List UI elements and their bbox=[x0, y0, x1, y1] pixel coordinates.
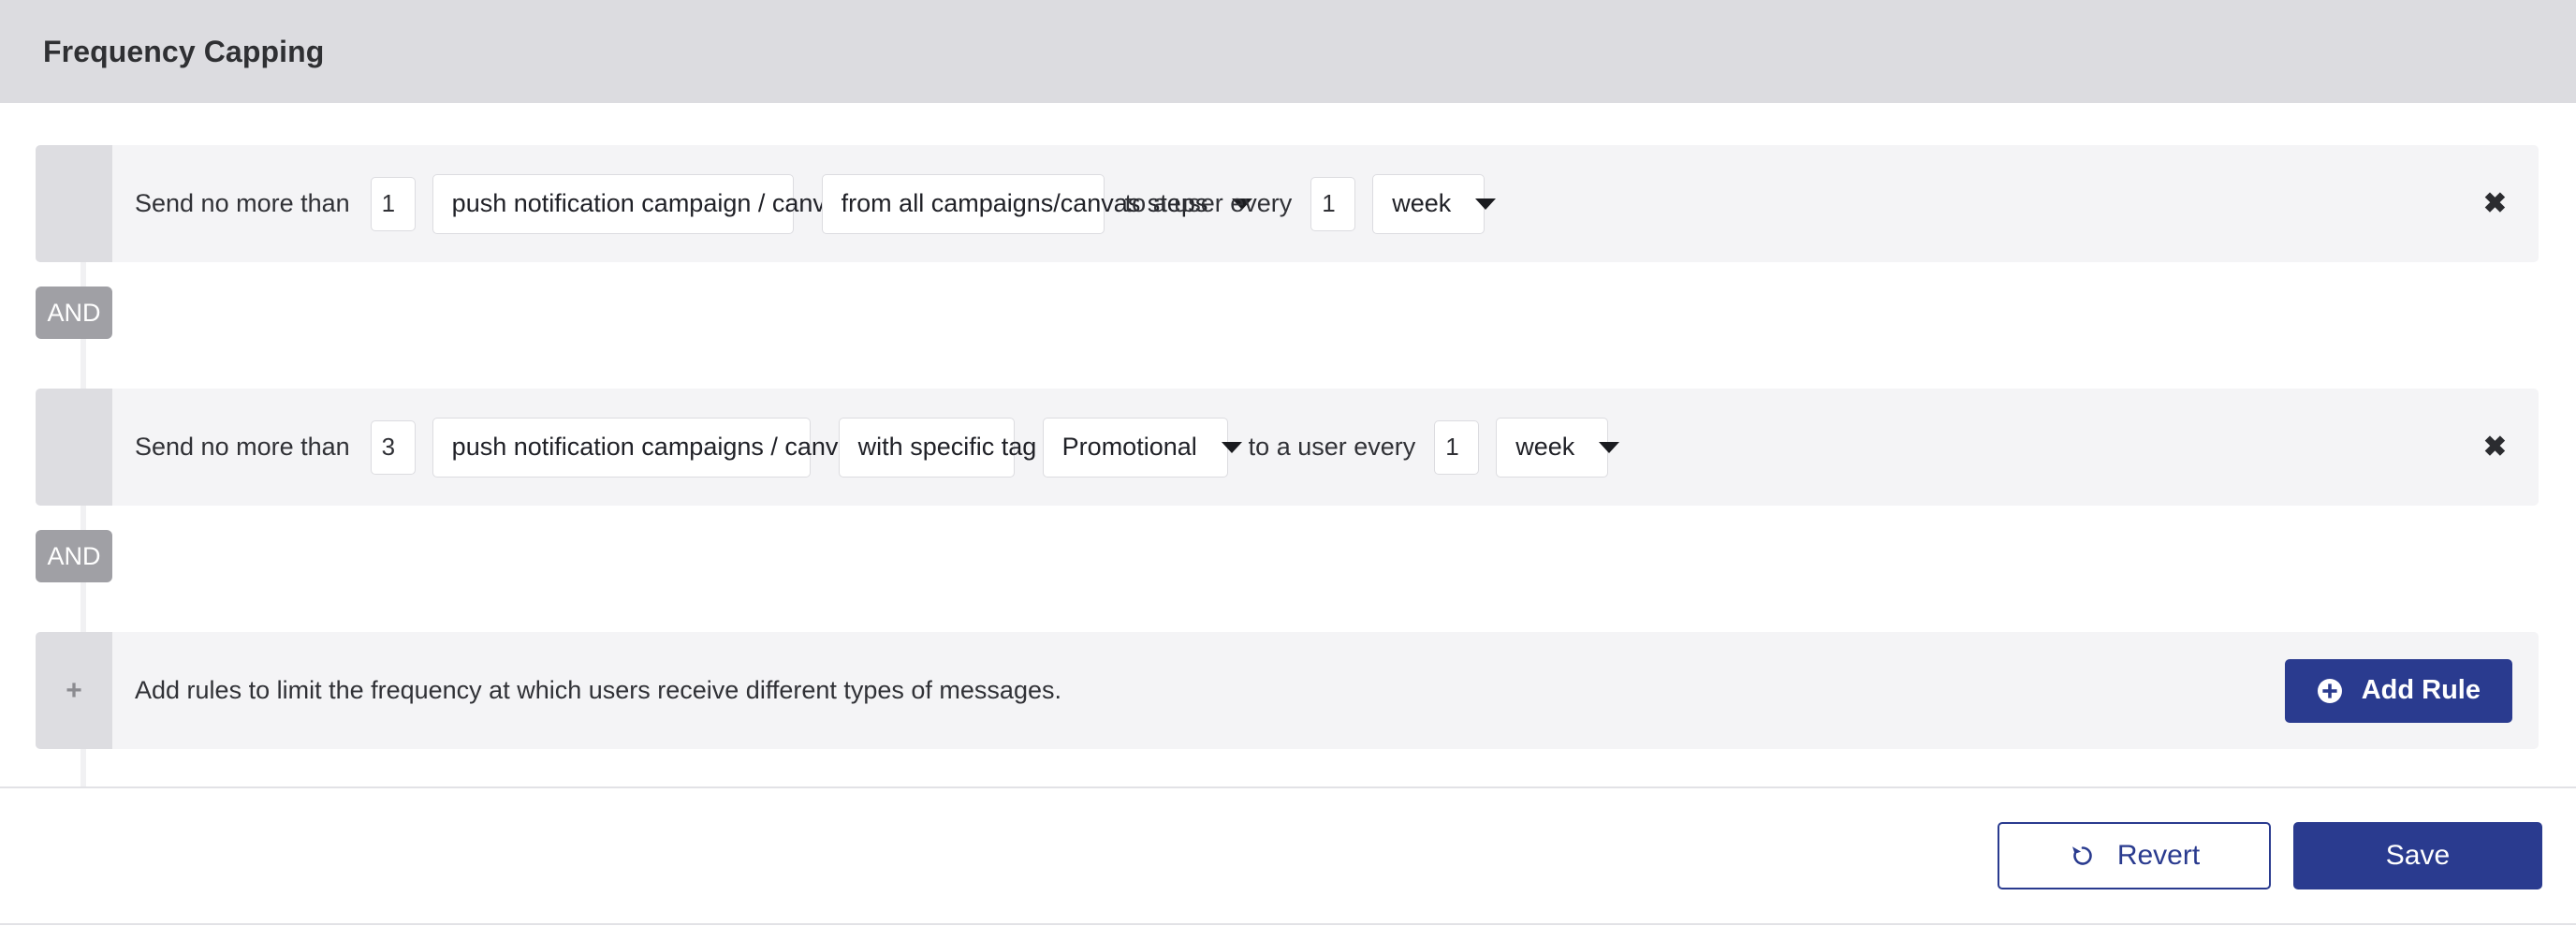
scope-select[interactable]: with specific tag bbox=[838, 417, 1082, 478]
remove-rule-icon[interactable]: ✖ bbox=[2478, 184, 2512, 224]
add-rule-handle[interactable]: + bbox=[36, 632, 112, 749]
add-rule-description: Add rules to limit the frequency at whic… bbox=[135, 676, 1061, 704]
and-connector-label: AND bbox=[47, 541, 101, 570]
rule-row[interactable]: Send no more than push notification camp… bbox=[36, 145, 2539, 262]
rule-every-label: to a user every bbox=[1248, 433, 1416, 461]
add-rule-button[interactable]: Add Rule bbox=[2284, 658, 2512, 723]
chevron-down-icon bbox=[1221, 441, 1242, 453]
rule-every-label: to a user every bbox=[1124, 189, 1293, 217]
scope-select[interactable]: from all campaigns/canvas steps bbox=[821, 173, 1253, 234]
and-connector-badge: AND bbox=[36, 530, 112, 582]
interval-unit-select[interactable]: week bbox=[1496, 417, 1620, 478]
save-button-label: Save bbox=[2385, 840, 2451, 871]
interval-unit-select[interactable]: week bbox=[1372, 173, 1497, 234]
tag-select[interactable]: Promotional bbox=[1042, 417, 1242, 478]
rule-body: Send no more than push notification camp… bbox=[112, 389, 2539, 506]
revert-button-label: Revert bbox=[2116, 840, 2201, 871]
interval-unit-value: week bbox=[1392, 189, 1452, 217]
scope-value: with specific tag bbox=[857, 433, 1037, 461]
remove-rule-icon[interactable]: ✖ bbox=[2478, 428, 2512, 467]
rule-lead-label: Send no more than bbox=[135, 433, 350, 461]
frequency-capping-page: Frequency Capping Send no more than push… bbox=[0, 0, 2576, 926]
interval-unit-value: week bbox=[1515, 433, 1575, 461]
rule-body: Send no more than push notification camp… bbox=[112, 145, 2539, 262]
chevron-down-icon bbox=[1599, 441, 1620, 453]
message-count-input[interactable] bbox=[370, 176, 416, 231]
rule-lead-label: Send no more than bbox=[135, 189, 350, 217]
add-rule-row: + Add rules to limit the frequency at wh… bbox=[36, 632, 2539, 749]
revert-arrow-icon bbox=[2069, 842, 2097, 870]
revert-button[interactable]: Revert bbox=[1998, 822, 2271, 889]
add-rule-body: Add rules to limit the frequency at whic… bbox=[112, 632, 2539, 749]
tag-value: Promotional bbox=[1061, 433, 1197, 461]
panel-header: Frequency Capping bbox=[0, 0, 2576, 103]
page-title: Frequency Capping bbox=[43, 34, 325, 68]
and-connector-badge: AND bbox=[36, 287, 112, 339]
plus-icon: + bbox=[66, 674, 82, 706]
interval-count-input[interactable] bbox=[1434, 419, 1480, 475]
plus-circle-icon bbox=[2317, 678, 2343, 704]
rules-container: Send no more than push notification camp… bbox=[0, 103, 2576, 852]
save-button[interactable]: Save bbox=[2293, 822, 2542, 889]
add-rule-button-label: Add Rule bbox=[2361, 675, 2481, 705]
message-type-select[interactable]: push notification campaigns / canvas ste… bbox=[432, 417, 977, 478]
chevron-down-icon bbox=[1475, 198, 1497, 210]
drag-handle[interactable] bbox=[36, 389, 112, 506]
and-connector-label: AND bbox=[47, 298, 101, 327]
footer-divider-bottom bbox=[0, 923, 2576, 925]
rule-row[interactable]: Send no more than push notification camp… bbox=[36, 389, 2539, 506]
drag-handle[interactable] bbox=[36, 145, 112, 262]
interval-count-input[interactable] bbox=[1310, 176, 1356, 231]
message-count-input[interactable] bbox=[370, 419, 416, 475]
footer-actions: Revert Save bbox=[0, 788, 2576, 923]
message-type-select[interactable]: push notification campaign / canvas step bbox=[432, 173, 952, 234]
